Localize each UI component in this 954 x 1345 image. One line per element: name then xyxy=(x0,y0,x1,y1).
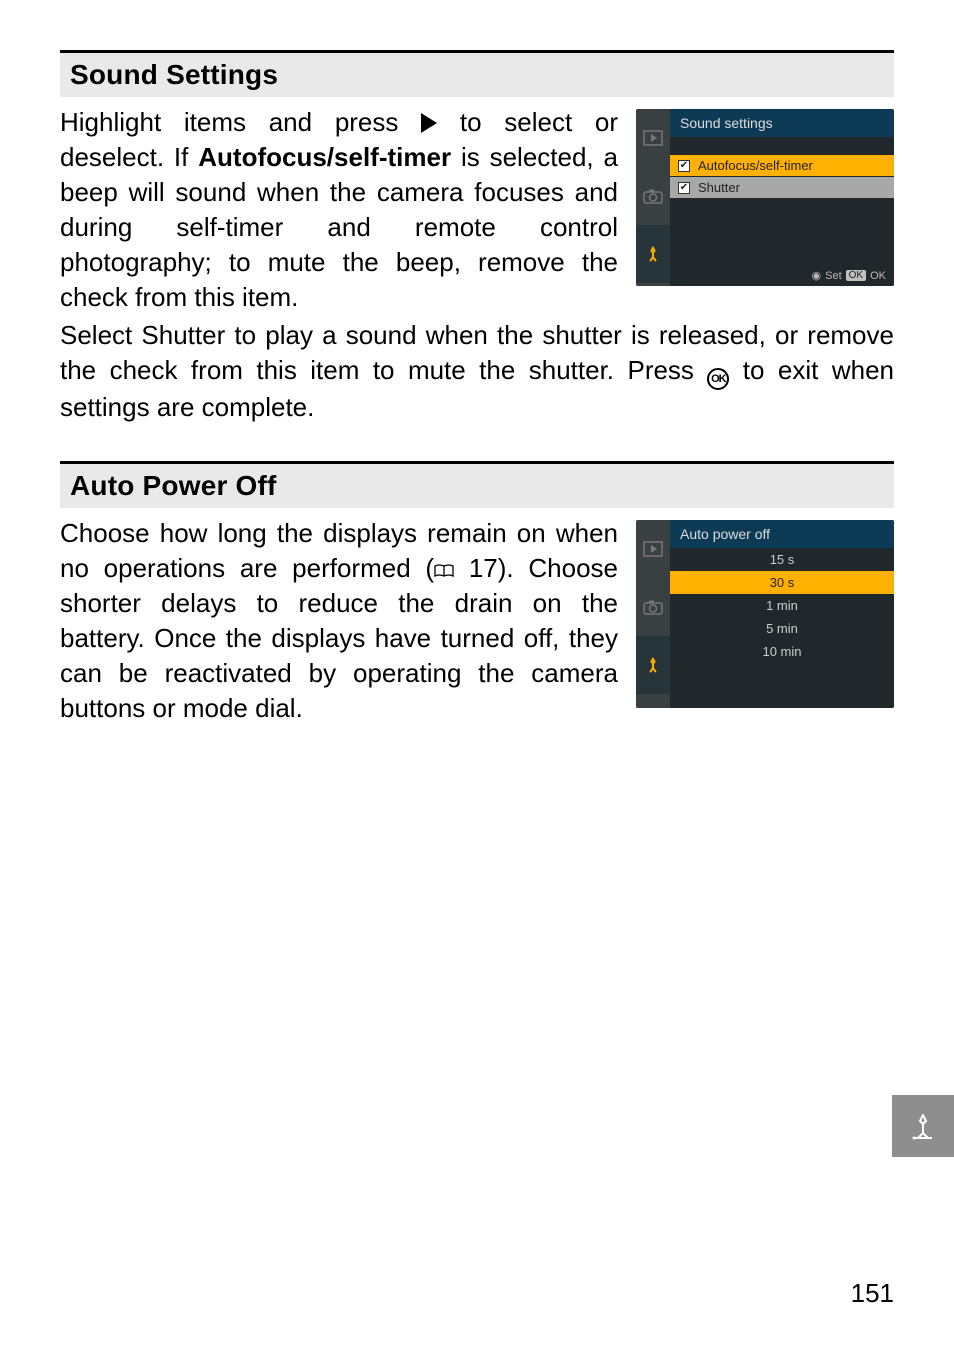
checkbox-icon: ✔ xyxy=(678,160,690,172)
apo-option-selected: 30 s xyxy=(670,571,894,594)
playback-tab-icon xyxy=(636,520,670,578)
ok-label: OK xyxy=(870,270,886,282)
setup-tab-icon xyxy=(636,225,670,283)
sound-options-list: ✔ Autofocus/self-timer ✔ Shutter xyxy=(670,155,894,286)
text: Select xyxy=(60,320,141,350)
dial-icon: ◉ xyxy=(812,269,822,282)
apo-option: 15 s xyxy=(670,548,894,571)
menu-tabs xyxy=(636,109,670,286)
text: Highlight items and press xyxy=(60,107,421,137)
shooting-tab-icon xyxy=(636,167,670,225)
ok-button-icon: OK xyxy=(707,368,729,390)
sound-option-shutter: ✔ Shutter xyxy=(670,177,894,198)
sound-paragraph-1: Highlight items and press to select or d… xyxy=(60,105,618,316)
page-number: 151 xyxy=(851,1278,894,1309)
sound-paragraph-2: Select Shutter to play a sound when the … xyxy=(60,318,894,425)
set-label: Set xyxy=(825,270,842,282)
sound-row: Highlight items and press to select or d… xyxy=(60,105,894,316)
menu-tabs xyxy=(636,520,670,708)
option-label: Shutter xyxy=(698,180,740,195)
right-arrow-icon xyxy=(421,113,437,133)
screenshot-title: Sound settings xyxy=(670,109,894,137)
sound-settings-screenshot: Sound settings ✔ Autofocus/self-timer ✔ … xyxy=(636,109,894,286)
sound-option-autofocus: ✔ Autofocus/self-timer xyxy=(670,155,894,176)
apo-option: 10 min xyxy=(670,640,894,663)
sound-settings-heading: Sound Settings xyxy=(60,50,894,97)
screenshot-footer: ◉ Set OK OK xyxy=(812,269,886,282)
setup-tab-icon xyxy=(636,636,670,694)
option-label: Autofocus/self-timer xyxy=(698,158,813,173)
screenshot-title: Auto power off xyxy=(670,520,894,548)
autofocus-bold: Autofocus/self-timer xyxy=(198,142,451,172)
checkbox-icon: ✔ xyxy=(678,182,690,194)
auto-power-off-heading: Auto Power Off xyxy=(60,461,894,508)
apo-option: 1 min xyxy=(670,594,894,617)
apo-option: 5 min xyxy=(670,617,894,640)
setup-section-tab-icon xyxy=(892,1095,954,1157)
playback-tab-icon xyxy=(636,109,670,167)
apo-options-list: 15 s 30 s 1 min 5 min 10 min xyxy=(670,548,894,708)
auto-power-off-screenshot: Auto power off 15 s 30 s 1 min 5 min 10 … xyxy=(636,520,894,708)
ok-badge-icon: OK xyxy=(846,270,866,281)
shutter-bold: Shutter xyxy=(141,320,225,350)
manual-page: Sound Settings Highlight items and press… xyxy=(0,0,954,1345)
apo-paragraph: Choose how long the displays remain on w… xyxy=(60,516,618,727)
shooting-tab-icon xyxy=(636,578,670,636)
apo-row: Choose how long the displays remain on w… xyxy=(60,516,894,727)
book-icon xyxy=(434,552,454,566)
